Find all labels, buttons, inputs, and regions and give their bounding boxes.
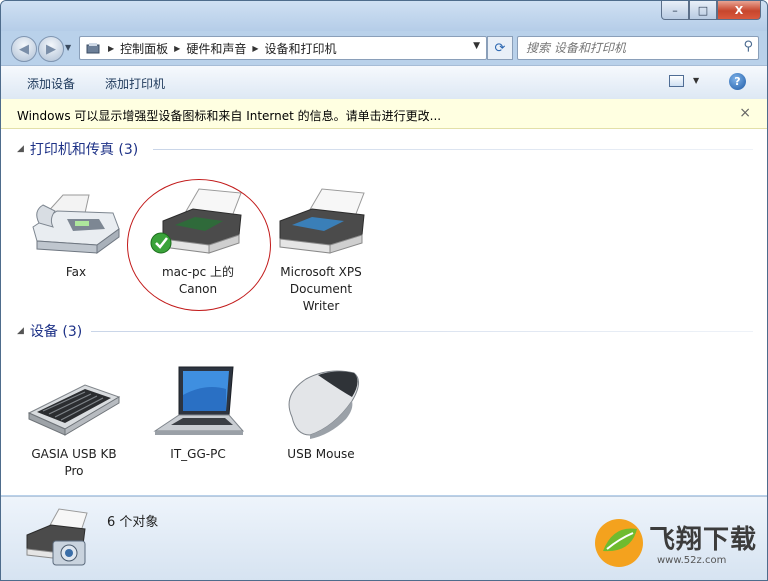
- command-bar: 添加设备 添加打印机 ▼ ?: [1, 65, 767, 100]
- printer-icon: [150, 188, 242, 254]
- group-title-devices: 设备 (3): [29, 324, 83, 340]
- device-xps-writer[interactable]: Microsoft XPS Document Writer: [272, 183, 370, 315]
- refresh-icon: ⟳: [494, 40, 506, 56]
- back-arrow-icon: ◀: [19, 41, 29, 57]
- navigation-row: ◀ ▶ ▼ ▶ 控制面板 ▶ 硬件和声音 ▶ 设备和打印机 ▼ ⟳ 搜索 设备和…: [1, 31, 767, 63]
- keyboard-icon: [27, 384, 121, 436]
- device-canon-printer[interactable]: mac-pc 上的 Canon: [149, 183, 247, 298]
- device-label: Microsoft XPS Document Writer: [280, 265, 362, 313]
- group-divider: [91, 331, 753, 332]
- recent-pages-dropdown[interactable]: ▼: [65, 43, 71, 52]
- printer-camera-icon: [26, 508, 88, 566]
- watermark-logo: 飞翔下载 www.52z.com: [593, 513, 763, 575]
- search-box[interactable]: ⚲: [517, 36, 759, 60]
- device-label: mac-pc 上的 Canon: [161, 265, 234, 296]
- change-view-icon[interactable]: [669, 75, 684, 87]
- help-icon[interactable]: ?: [729, 73, 746, 90]
- breadcrumb-devices-printers[interactable]: 设备和打印机: [265, 40, 337, 57]
- breadcrumb-separator-icon: ▶: [108, 44, 115, 53]
- fax-machine-icon: [32, 194, 120, 254]
- view-options-dropdown-icon[interactable]: ▼: [693, 76, 699, 85]
- mouse-icon: [288, 370, 359, 439]
- device-label: USB Mouse: [287, 447, 355, 461]
- info-bar[interactable]: Windows 可以显示增强型设备图标和来自 Internet 的信息。请单击进…: [1, 99, 767, 129]
- search-input[interactable]: [518, 37, 738, 59]
- watermark-url: www.52z.com: [657, 555, 727, 566]
- device-label: GASIA USB KB Pro: [31, 447, 117, 478]
- close-button[interactable]: X: [717, 1, 761, 20]
- search-icon[interactable]: ⚲: [743, 39, 753, 54]
- breadcrumb-separator-icon: ▶: [174, 44, 181, 53]
- breadcrumb-control-panel[interactable]: 控制面板: [120, 40, 168, 57]
- control-panel-icon: [86, 42, 100, 53]
- watermark-text: 飞翔下载: [649, 525, 758, 555]
- watermark-leaf-icon: [595, 519, 643, 567]
- breadcrumb-hardware-sound[interactable]: 硬件和声音: [186, 40, 246, 57]
- address-bar[interactable]: ▶ 控制面板 ▶ 硬件和声音 ▶ 设备和打印机 ▼: [79, 36, 487, 60]
- add-printer-button[interactable]: 添加打印机: [105, 75, 165, 92]
- back-button[interactable]: ◀: [11, 36, 37, 62]
- collapse-triangle-icon[interactable]: ◢: [17, 326, 24, 336]
- maximize-button[interactable]: □: [689, 1, 717, 20]
- group-title-printers: 打印机和传真 (3): [29, 142, 139, 158]
- laptop-icon: [153, 366, 245, 435]
- device-mouse[interactable]: USB Mouse: [272, 365, 370, 463]
- device-keyboard[interactable]: GASIA USB KB Pro: [25, 365, 123, 480]
- address-dropdown-icon[interactable]: ▼: [473, 41, 480, 51]
- forward-button[interactable]: ▶: [38, 36, 64, 62]
- device-label: IT_GG-PC: [170, 447, 226, 461]
- device-fax[interactable]: Fax: [27, 183, 125, 281]
- close-icon[interactable]: ×: [739, 105, 751, 121]
- forward-arrow-icon: ▶: [46, 41, 56, 57]
- info-bar-message[interactable]: Windows 可以显示增强型设备图标和来自 Internet 的信息。请单击进…: [17, 107, 441, 124]
- add-device-button[interactable]: 添加设备: [27, 75, 75, 92]
- device-label: Fax: [65, 265, 87, 279]
- item-count: 6 个对象: [107, 515, 159, 530]
- device-computer[interactable]: IT_GG-PC: [149, 365, 247, 463]
- printer-icon: [279, 188, 365, 254]
- refresh-button[interactable]: ⟳: [487, 36, 513, 60]
- title-bar: – □ X: [1, 1, 767, 31]
- collapse-triangle-icon[interactable]: ◢: [17, 144, 24, 154]
- explorer-window: – □ X ◀ ▶ ▼ ▶ 控制面板 ▶ 硬件和声音 ▶ 设备和打印机 ▼ ⟳ …: [0, 0, 768, 581]
- breadcrumb-separator-icon: ▶: [252, 44, 259, 53]
- group-divider: [153, 149, 753, 150]
- details-pane: 6 个对象 飞翔下载 www.52z.com: [1, 496, 767, 580]
- group-header-devices[interactable]: ◢ 设备 (3): [17, 321, 82, 341]
- group-header-printers[interactable]: ◢ 打印机和传真 (3): [17, 139, 138, 159]
- minimize-button[interactable]: –: [661, 1, 689, 20]
- device-list: ◢ 打印机和传真 (3) Fax mac-pc 上的 Canon Microso…: [1, 129, 767, 495]
